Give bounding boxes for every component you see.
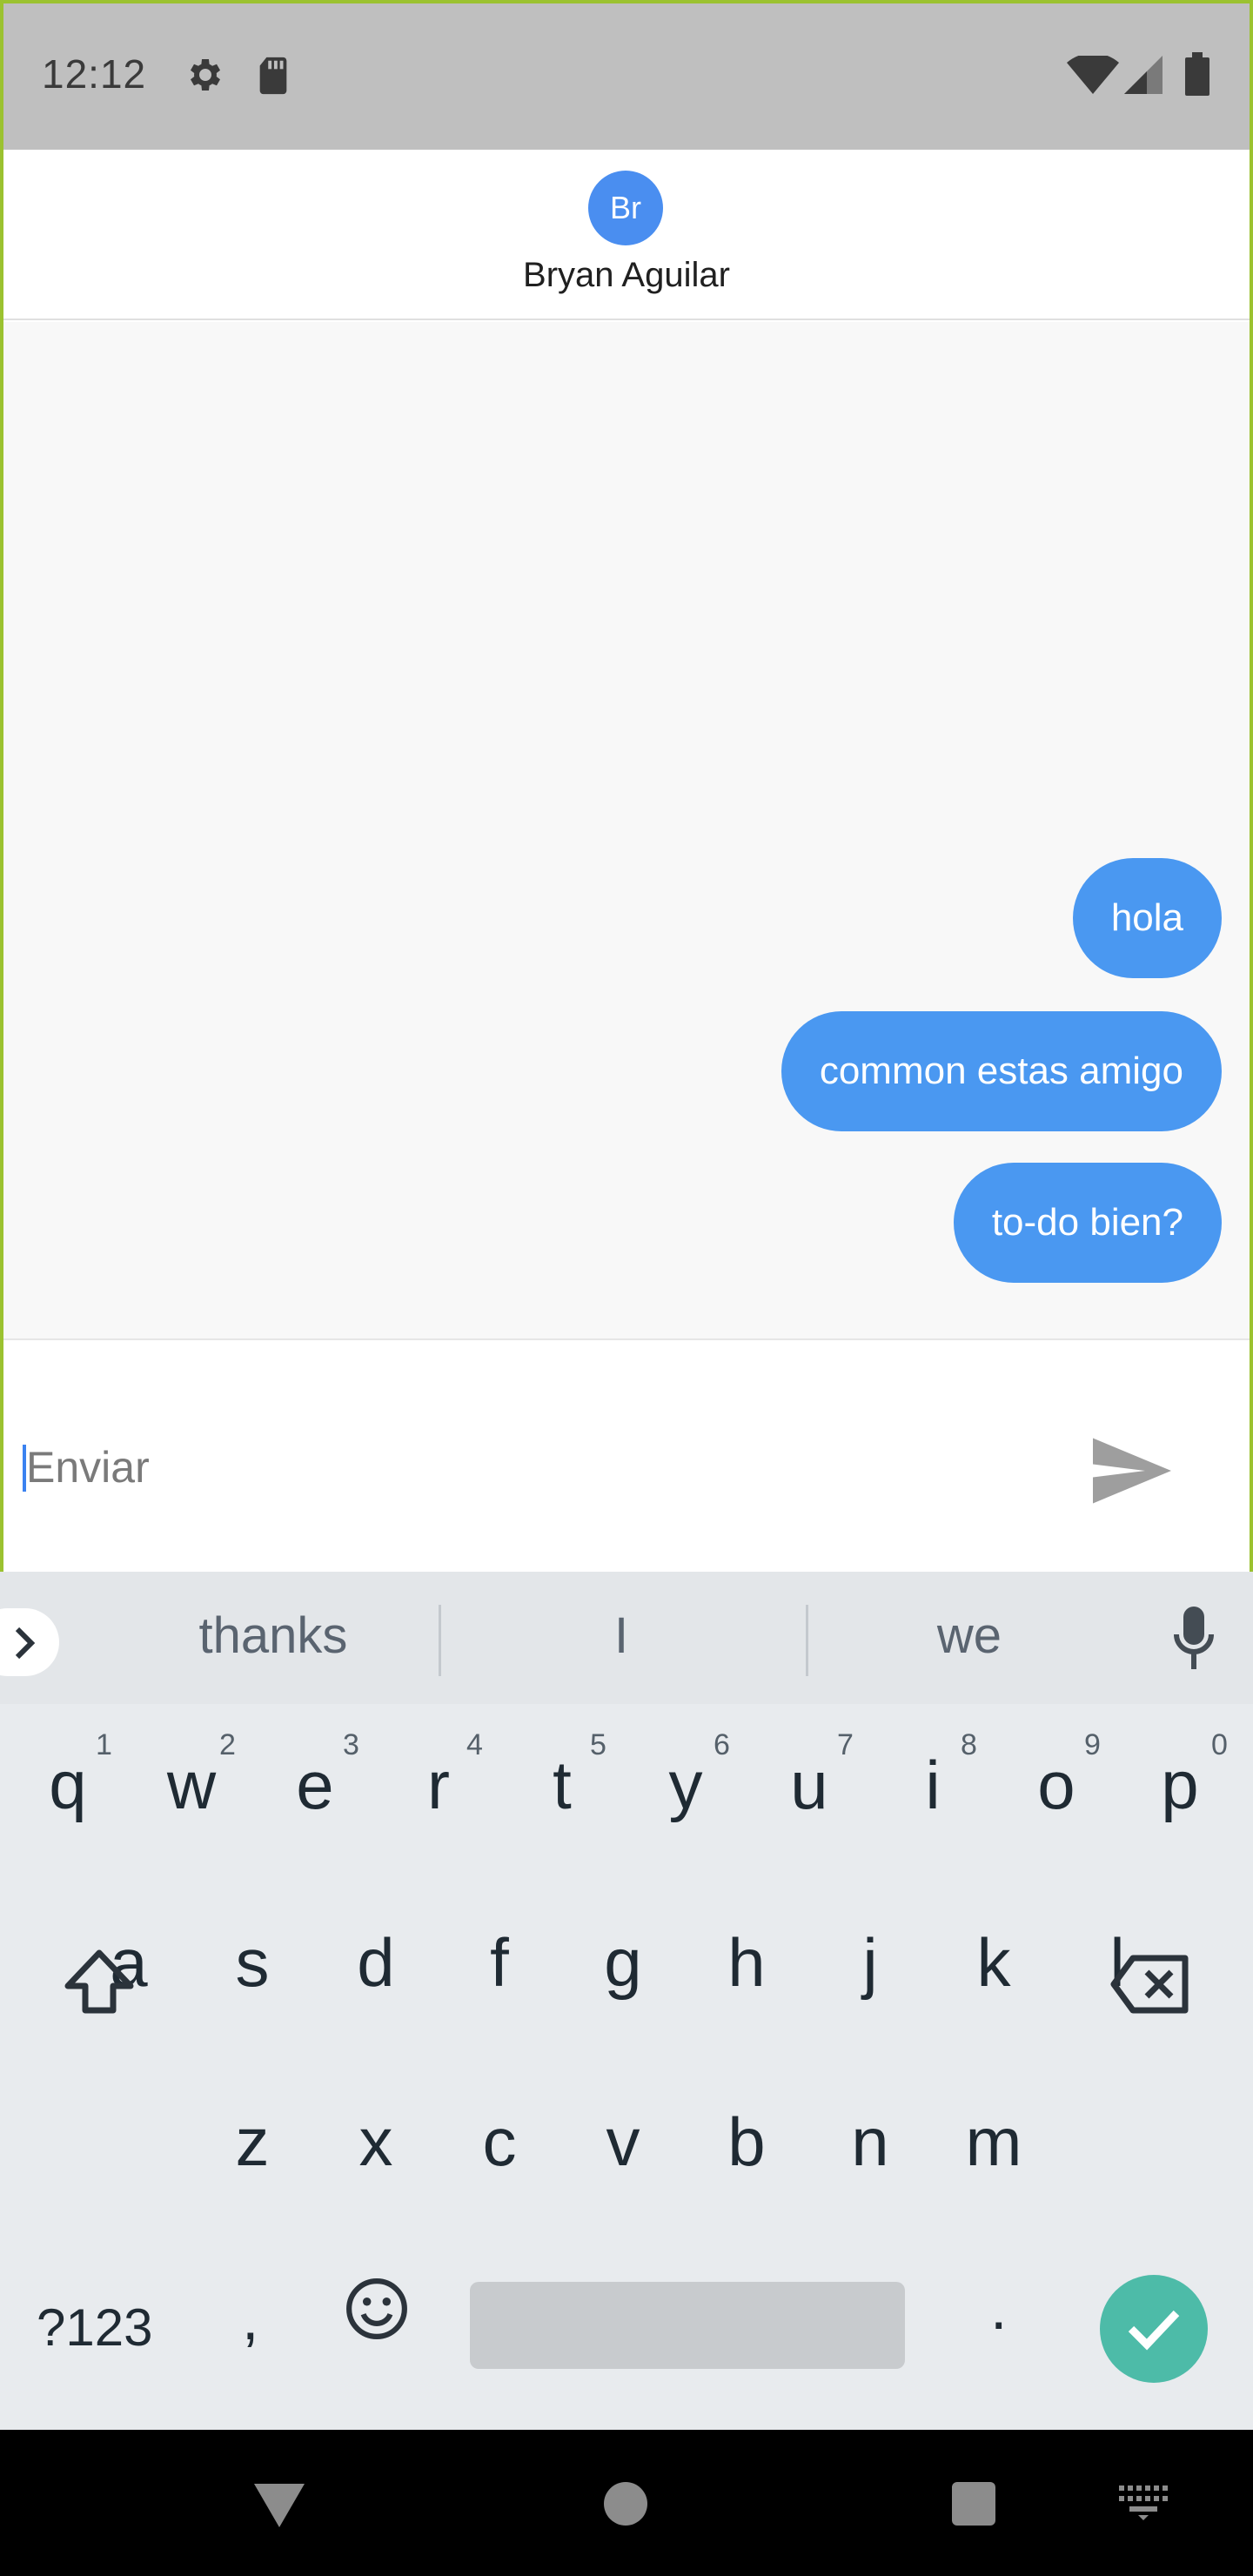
suggestion-divider bbox=[806, 1605, 808, 1676]
message-input[interactable] bbox=[26, 1432, 1053, 1502]
avatar[interactable]: Br bbox=[588, 171, 663, 245]
suggestion-bar: thanks I we bbox=[0, 1572, 1253, 1704]
key-x[interactable]: x bbox=[324, 2103, 428, 2182]
key-f[interactable]: f bbox=[447, 1923, 552, 2002]
key-m[interactable]: m bbox=[941, 2103, 1046, 2182]
message-bubble[interactable]: to-do bien? bbox=[953, 1163, 1222, 1283]
key-h[interactable]: h bbox=[694, 1923, 799, 2002]
key-g[interactable]: g bbox=[571, 1923, 675, 2002]
chevron-right-icon bbox=[15, 1627, 36, 1660]
key-c[interactable]: c bbox=[447, 2103, 552, 2182]
signal-icon bbox=[1124, 56, 1163, 94]
emoji-icon[interactable] bbox=[345, 2277, 409, 2341]
key-s[interactable]: s bbox=[200, 1923, 305, 2002]
key-hint: 7 bbox=[837, 1728, 854, 1761]
navigation-bar bbox=[0, 2430, 1253, 2576]
sd-card-icon bbox=[259, 57, 287, 95]
enter-button[interactable] bbox=[1100, 2275, 1208, 2383]
key-b[interactable]: b bbox=[694, 2103, 799, 2182]
key-hint: 2 bbox=[219, 1728, 236, 1761]
battery-icon bbox=[1185, 52, 1209, 96]
key-comma[interactable]: , bbox=[242, 2284, 258, 2353]
message-bubble[interactable]: hola bbox=[1072, 858, 1222, 978]
key-period[interactable]: . bbox=[990, 2273, 1007, 2343]
key-hint: 4 bbox=[466, 1728, 483, 1761]
key-hint: 0 bbox=[1211, 1728, 1228, 1761]
recents-icon[interactable] bbox=[952, 2482, 995, 2526]
soft-keyboard: thanks I we q 1 w 2 e 3 r 4 t 5 y 6 u 7 … bbox=[0, 1572, 1253, 2430]
key-hint: 6 bbox=[714, 1728, 730, 1761]
chat-header: Br Bryan Aguilar bbox=[0, 150, 1253, 320]
toolbar-expand-button[interactable] bbox=[0, 1608, 59, 1676]
message-composer bbox=[0, 1363, 1253, 1572]
status-bar: 12:12 bbox=[0, 0, 1253, 150]
suggestion-item[interactable]: I bbox=[491, 1607, 752, 1665]
key-hint: 9 bbox=[1084, 1728, 1101, 1761]
message-list[interactable]: hola common estas amigo to-do bien? bbox=[0, 322, 1253, 1340]
key-z[interactable]: z bbox=[200, 2103, 305, 2182]
send-icon[interactable] bbox=[1093, 1438, 1171, 1504]
key-v[interactable]: v bbox=[571, 2103, 675, 2182]
key-k[interactable]: k bbox=[941, 1923, 1046, 2002]
key-n[interactable]: n bbox=[818, 2103, 922, 2182]
key-hint: 3 bbox=[343, 1728, 359, 1761]
check-icon bbox=[1128, 2310, 1180, 2351]
symbols-key[interactable]: ?123 bbox=[37, 2298, 152, 2358]
home-icon[interactable] bbox=[604, 2482, 647, 2526]
message-bubble[interactable]: common estas amigo bbox=[781, 1011, 1222, 1131]
suggestion-divider bbox=[439, 1605, 441, 1676]
keyboard-icon[interactable] bbox=[1119, 2485, 1171, 2520]
backspace-icon[interactable] bbox=[1110, 1955, 1190, 2014]
contact-name: Bryan Aguilar bbox=[523, 256, 730, 294]
shift-icon[interactable] bbox=[63, 1948, 136, 2017]
key-hint: 5 bbox=[590, 1728, 606, 1761]
microphone-icon[interactable] bbox=[1173, 1607, 1215, 1669]
gear-icon bbox=[191, 59, 220, 91]
key-d[interactable]: d bbox=[324, 1923, 428, 2002]
back-icon[interactable] bbox=[254, 2484, 305, 2527]
status-time: 12:12 bbox=[42, 51, 147, 97]
composer-divider bbox=[0, 1338, 1253, 1340]
wifi-icon bbox=[1067, 56, 1119, 94]
key-j[interactable]: j bbox=[818, 1923, 922, 2002]
suggestion-item[interactable]: thanks bbox=[143, 1607, 404, 1665]
space-key[interactable] bbox=[470, 2282, 905, 2369]
key-hint: 8 bbox=[961, 1728, 977, 1761]
key-hint: 1 bbox=[96, 1728, 112, 1761]
suggestion-item[interactable]: we bbox=[839, 1607, 1100, 1665]
